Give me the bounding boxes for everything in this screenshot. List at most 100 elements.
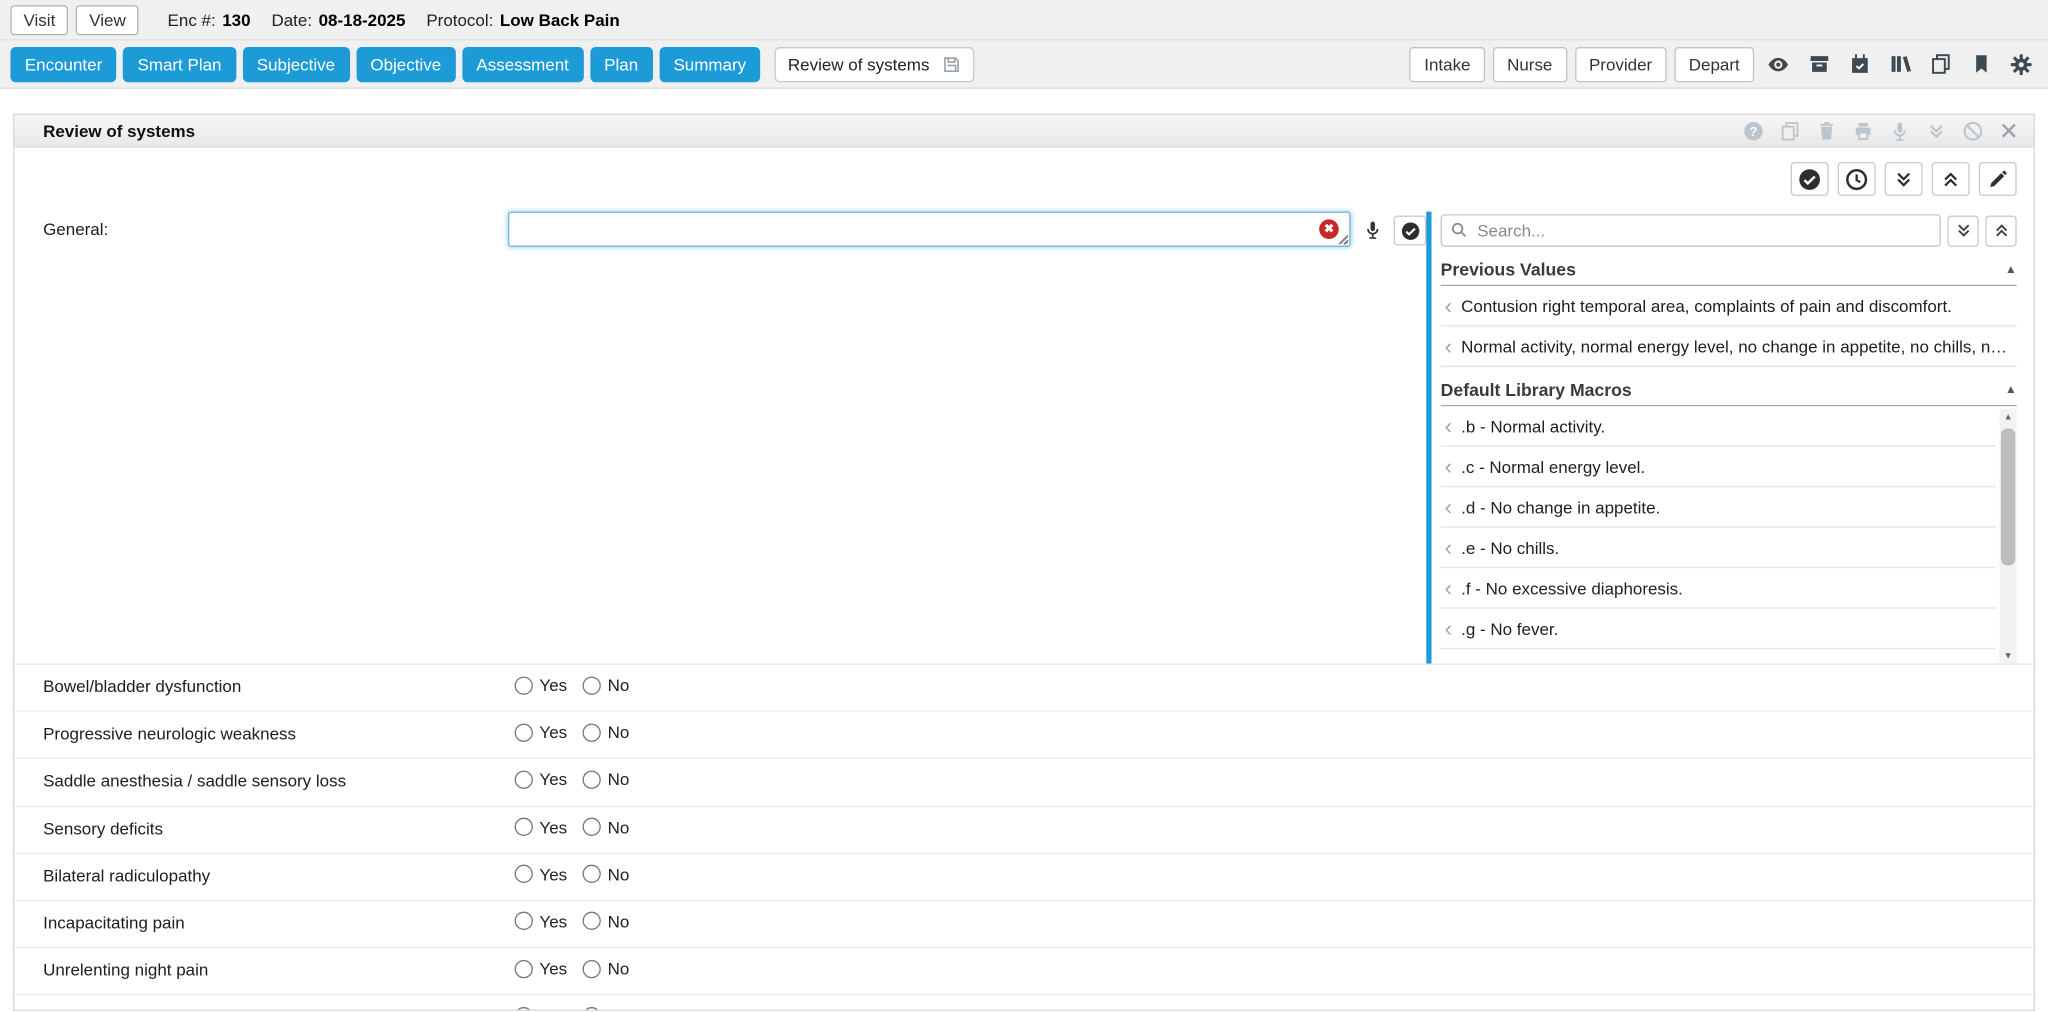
scroll-down-icon[interactable]: ▼ [2000,648,2017,664]
section-tab[interactable]: Summary [659,46,760,81]
visit-button[interactable]: Visit [10,5,68,35]
yes-option[interactable]: Yes [515,864,568,884]
insert-left-icon[interactable]: ‹ [1441,577,1452,599]
yes-option[interactable]: Yes [515,1006,568,1011]
yes-radio[interactable] [515,723,533,741]
section-tab[interactable]: Subjective [242,46,349,81]
yes-option[interactable]: Yes [515,959,568,979]
no-option[interactable]: No [583,912,630,932]
collapse-all-icon[interactable] [1985,215,2016,246]
role-button[interactable]: Depart [1674,46,1754,81]
previous-value-item[interactable]: ‹ Contusion right temporal area, complai… [1441,286,2017,326]
insert-left-icon[interactable]: ‹ [1441,617,1452,639]
macro-item[interactable]: ‹ .h - Does not have the feeling of mala… [1441,649,1996,663]
no-option[interactable]: No [583,723,630,743]
cancel-icon[interactable] [1960,119,1984,143]
yes-radio[interactable] [515,865,533,883]
archive-icon[interactable] [1802,48,1835,81]
expand-all-icon[interactable] [1947,215,1978,246]
no-option[interactable]: No [583,817,630,837]
insert-left-icon[interactable]: ‹ [1441,455,1452,477]
no-radio[interactable] [583,1007,601,1011]
expand-all-icon[interactable] [1885,162,1923,196]
previous-values-header[interactable]: Previous Values ▲ [1441,260,2017,286]
macro-item[interactable]: ‹ .c - Normal energy level. [1441,447,1996,487]
no-radio[interactable] [583,865,601,883]
calendar-icon[interactable] [1843,48,1876,81]
section-tab[interactable]: Objective [356,46,456,81]
section-tab[interactable]: Assessment [462,46,583,81]
clear-field-icon[interactable]: ✖ [1319,219,1339,239]
no-option[interactable]: No [583,864,630,884]
yes-option[interactable]: Yes [515,770,568,790]
save-icon[interactable] [941,54,961,74]
role-button[interactable]: Intake [1410,46,1485,81]
yes-option[interactable]: Yes [515,675,568,695]
microphone-icon[interactable] [1887,119,1911,143]
macro-item[interactable]: ‹ .f - No excessive diaphoresis. [1441,568,1996,608]
macro-item[interactable]: ‹ .g - No fever. [1441,609,1996,649]
no-radio[interactable] [583,960,601,978]
insert-left-icon[interactable]: ‹ [1441,415,1452,437]
macro-item[interactable]: ‹ .d - No change in appetite. [1441,487,1996,527]
print-icon[interactable] [1851,119,1875,143]
role-button[interactable]: Provider [1575,46,1667,81]
general-input[interactable] [508,212,1350,247]
section-tab[interactable]: Smart Plan [123,46,236,81]
macro-item[interactable]: ‹ .e - No chills. [1441,528,1996,568]
scrollbar-thumb[interactable] [2001,428,2015,565]
no-radio[interactable] [583,818,601,836]
confirm-check-icon[interactable] [1394,216,1427,246]
yes-radio[interactable] [515,770,533,788]
insert-left-icon[interactable]: ‹ [1441,496,1452,518]
role-button[interactable]: Nurse [1493,46,1567,81]
yes-radio[interactable] [515,818,533,836]
yes-label: Yes [539,675,567,695]
copy-icon[interactable] [1778,119,1802,143]
insert-left-icon[interactable]: ‹ [1441,335,1452,357]
view-button[interactable]: View [76,5,139,35]
insert-left-icon[interactable]: ‹ [1441,536,1452,558]
help-icon[interactable]: ? [1741,119,1765,143]
no-option[interactable]: No [583,1006,630,1011]
no-radio[interactable] [583,770,601,788]
microphone-icon[interactable] [1361,216,1385,249]
eye-icon[interactable] [1762,48,1795,81]
no-radio[interactable] [583,912,601,930]
edit-pencil-icon[interactable] [1979,162,2017,196]
collapse-icon[interactable] [1924,119,1948,143]
collapse-caret-icon[interactable]: ▲ [2005,264,2017,276]
macro-item[interactable]: ‹ .b - Normal activity. [1441,406,1996,446]
yes-radio[interactable] [515,960,533,978]
macros-header[interactable]: Default Library Macros ▲ [1441,380,2017,406]
settings-icon[interactable] [2005,48,2038,81]
close-icon[interactable] [1997,119,2021,143]
no-radio[interactable] [583,723,601,741]
yes-radio[interactable] [515,912,533,930]
check-circle-icon[interactable] [1791,162,1829,196]
yes-option[interactable]: Yes [515,817,568,837]
scroll-up-icon[interactable]: ▲ [2000,409,2017,426]
current-template-tab[interactable]: Review of systems [775,46,974,81]
bookmark-icon[interactable] [1964,48,1997,81]
insert-left-icon[interactable]: ‹ [1441,658,1452,664]
collapse-caret-icon[interactable]: ▲ [2005,384,2017,396]
section-tab[interactable]: Encounter [10,46,116,81]
history-clock-icon[interactable] [1838,162,1876,196]
no-option[interactable]: No [583,675,630,695]
library-icon[interactable] [1883,48,1916,81]
yes-option[interactable]: Yes [515,723,568,743]
collapse-all-icon[interactable] [1932,162,1970,196]
search-input[interactable] [1441,214,1941,247]
no-radio[interactable] [583,676,601,694]
yes-radio[interactable] [515,1007,533,1011]
copy-icon[interactable] [1924,48,1957,81]
yes-radio[interactable] [515,676,533,694]
no-option[interactable]: No [583,959,630,979]
insert-left-icon[interactable]: ‹ [1441,295,1452,317]
yes-option[interactable]: Yes [515,912,568,932]
section-tab[interactable]: Plan [590,46,653,81]
no-option[interactable]: No [583,770,630,790]
trash-icon[interactable] [1814,119,1838,143]
previous-value-item[interactable]: ‹ Normal activity, normal energy level, … [1441,327,2017,367]
